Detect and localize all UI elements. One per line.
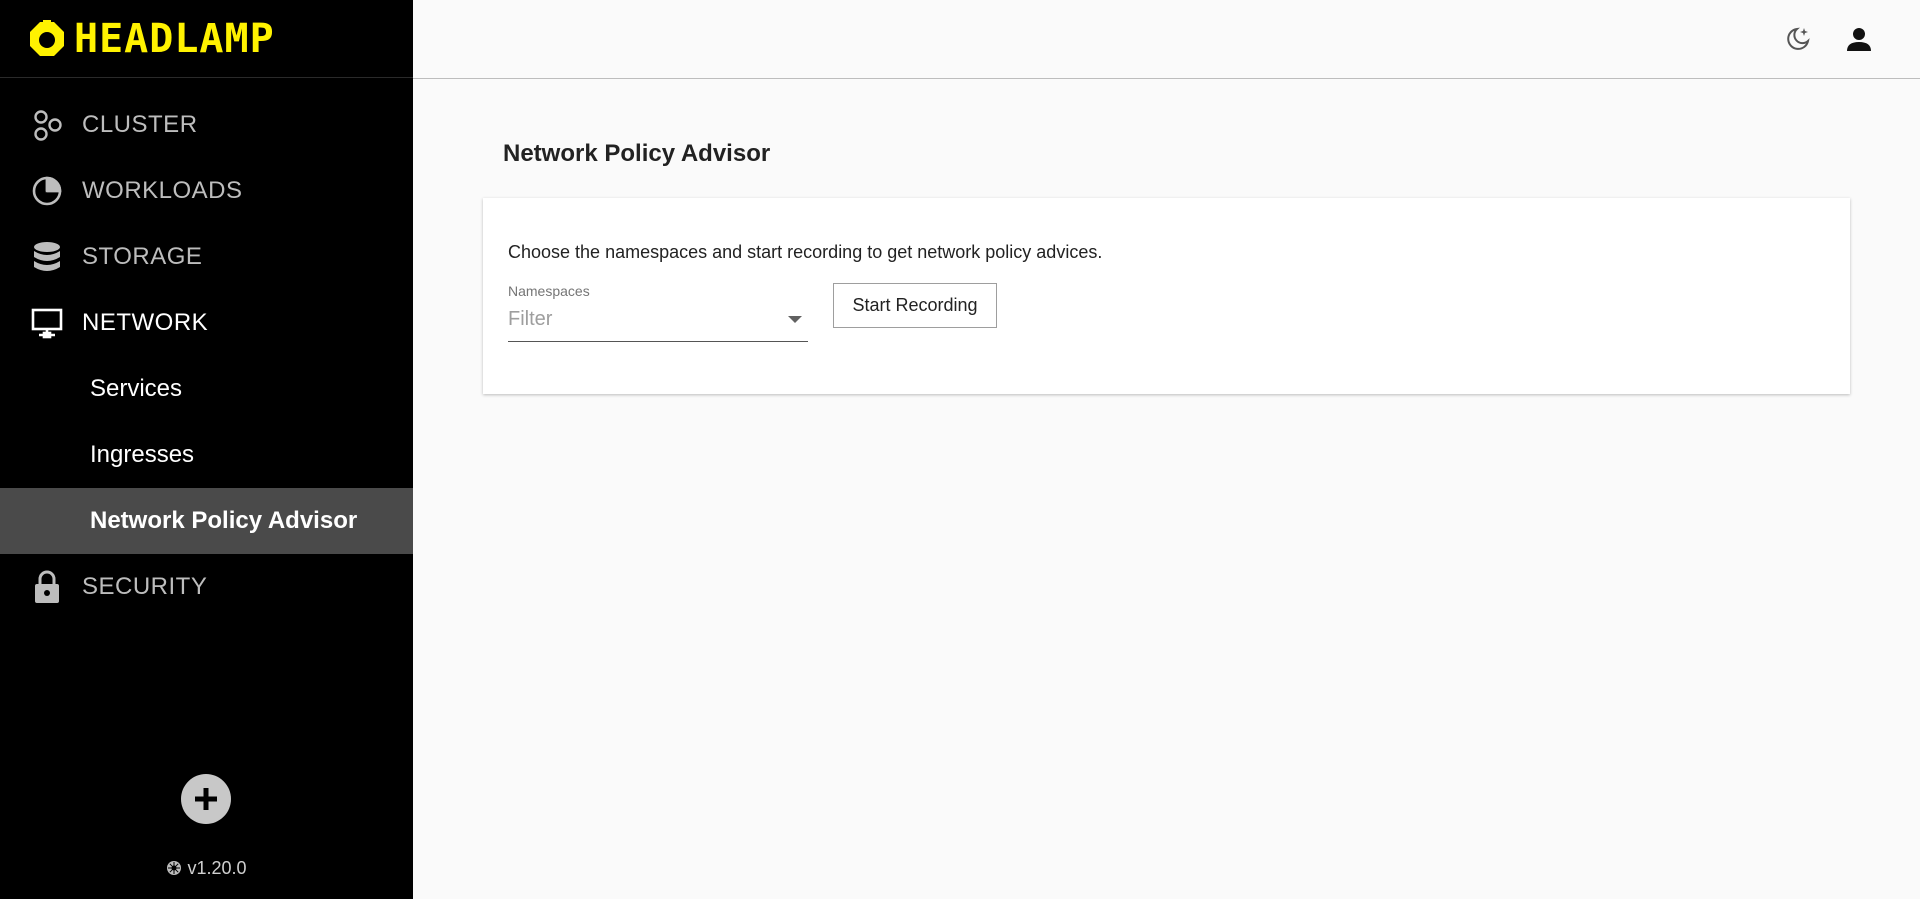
brand-name: HEADLAMP <box>74 15 275 62</box>
version-info: v1.20.0 <box>0 858 413 879</box>
dark-mode-moon-icon <box>1787 27 1810 50</box>
sidebar-item-storage[interactable]: STORAGE <box>0 224 413 290</box>
sidebar-item-label: STORAGE <box>82 243 203 270</box>
headlamp-logo-icon <box>30 19 64 56</box>
version-text: v1.20.0 <box>187 858 247 878</box>
sidebar-item-network[interactable]: NETWORK <box>0 290 413 356</box>
sidebar-item-security[interactable]: SECURITY <box>0 554 413 620</box>
sidebar-subitem-services[interactable]: Services <box>0 356 413 422</box>
namespaces-select[interactable] <box>508 302 808 342</box>
add-cluster-icon <box>195 788 217 810</box>
sidebar-item-cluster[interactable]: CLUSTER <box>0 92 413 158</box>
theme-toggle-button[interactable] <box>1781 22 1815 56</box>
top-app-bar <box>413 0 1920 79</box>
pie-chart-icon <box>30 174 64 208</box>
chevron-down-icon[interactable] <box>788 316 802 323</box>
sidebar-subitem-label: Network Policy Advisor <box>90 507 358 534</box>
sidebar-item-label: CLUSTER <box>82 111 198 138</box>
sidebar-item-workloads[interactable]: WORKLOADS <box>0 158 413 224</box>
page-title: Network Policy Advisor <box>503 140 771 167</box>
add-cluster-button[interactable] <box>181 774 231 824</box>
account-icon <box>1847 28 1871 51</box>
sidebar-item-label: WORKLOADS <box>82 177 243 204</box>
sidebar-item-label: SECURITY <box>82 573 208 600</box>
lock-icon <box>30 570 64 604</box>
start-recording-button[interactable]: Start Recording <box>833 283 997 328</box>
sidebar-item-label: NETWORK <box>82 309 209 336</box>
description-text: Choose the namespaces and start recordin… <box>508 242 1103 262</box>
namespaces-filter-input[interactable] <box>508 302 768 336</box>
brand-header[interactable]: HEADLAMP <box>0 0 413 78</box>
kubernetes-helm-icon <box>167 861 182 875</box>
user-account-button[interactable] <box>1842 22 1876 56</box>
database-icon <box>30 240 64 274</box>
cluster-icon <box>30 108 64 142</box>
network-policy-card: Choose the namespaces and start recordin… <box>483 198 1850 394</box>
network-monitor-icon <box>30 306 64 340</box>
sidebar-subitem-network-policy-advisor[interactable]: Network Policy Advisor <box>0 488 413 554</box>
sidebar-subitem-ingresses[interactable]: Ingresses <box>0 422 413 488</box>
namespaces-label: Namespaces <box>508 283 590 299</box>
sidebar-subitem-label: Services <box>90 375 183 402</box>
sidebar: HEADLAMP CLUSTER WORKLOADS STORAGE NETWO… <box>0 0 413 899</box>
sidebar-subitem-label: Ingresses <box>90 441 195 468</box>
